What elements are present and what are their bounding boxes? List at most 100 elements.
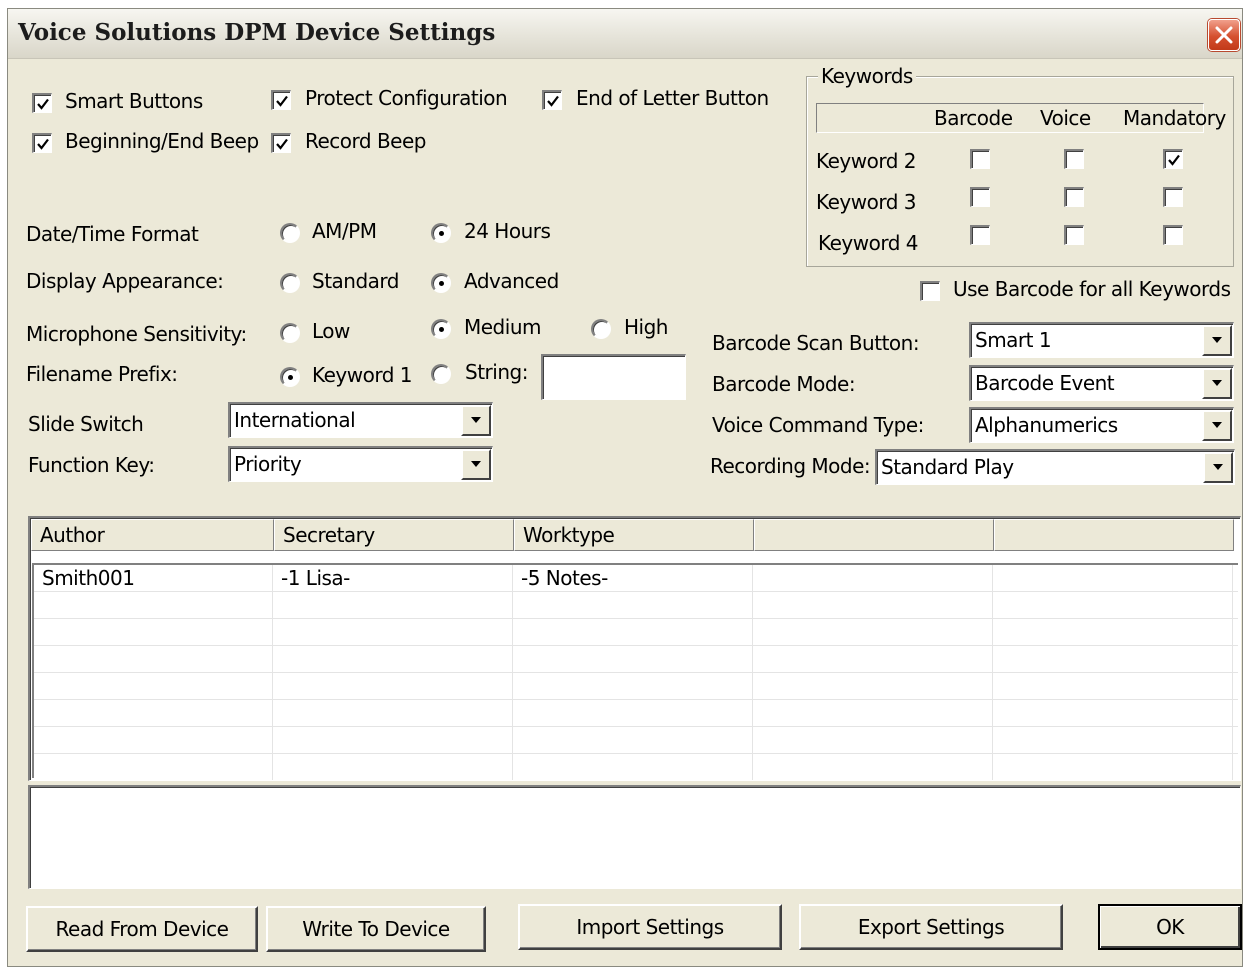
low-label: Low [312, 319, 350, 343]
end-of-letter-button-checkbox[interactable] [542, 90, 562, 110]
recording-mode-select[interactable]: Standard Play [875, 449, 1235, 485]
medium-label: Medium [464, 315, 541, 339]
window-title: Voice Solutions DPM Device Settings [18, 19, 496, 46]
list-body: Smith001 -1 Lisa- -5 Notes- [32, 563, 1238, 780]
column-header-worktype[interactable]: Worktype [514, 519, 754, 551]
smart-buttons-checkbox[interactable] [32, 93, 52, 113]
filename-prefix-label: Filename Prefix: [26, 362, 178, 386]
24-hours-radio[interactable] [431, 223, 451, 243]
barcode-scan-button-value: Smart 1 [975, 328, 1052, 352]
keyword-4-barcode-checkbox[interactable] [970, 225, 990, 245]
chevron-down-icon[interactable] [1202, 325, 1232, 356]
keyword-4-mandatory-checkbox[interactable] [1163, 225, 1183, 245]
keywords-col-barcode: Barcode [934, 106, 1013, 130]
use-barcode-all-label: Use Barcode for all Keywords [953, 277, 1231, 301]
table-row-empty [34, 646, 1238, 673]
chevron-down-icon[interactable] [461, 405, 491, 436]
low-radio[interactable] [280, 323, 300, 343]
record-beep-label: Record Beep [305, 129, 426, 153]
close-icon[interactable] [1208, 19, 1240, 51]
table-row[interactable]: Smith001 -1 Lisa- -5 Notes- [34, 565, 1238, 592]
author-list[interactable]: Author Secretary Worktype Smith001 -1 Li… [28, 516, 1241, 781]
advanced-radio[interactable] [431, 273, 451, 293]
table-row-empty [34, 700, 1238, 727]
table-cell: -5 Notes- [513, 565, 753, 592]
chevron-down-icon[interactable] [461, 449, 491, 480]
string-label: String: [465, 360, 528, 384]
protect-configuration-label: Protect Configuration [305, 86, 508, 110]
chevron-down-icon[interactable] [1202, 368, 1232, 399]
ampm-label: AM/PM [312, 219, 377, 243]
keywords-col-mandatory: Mandatory [1123, 106, 1226, 130]
keyword-2-label: Keyword 2 [816, 149, 917, 173]
table-row-empty [34, 619, 1238, 646]
high-label: High [624, 315, 668, 339]
title-bar[interactable]: Voice Solutions DPM Device Settings [8, 9, 1242, 59]
microphone-sensitivity-label: Microphone Sensitivity: [26, 322, 247, 346]
column-header-author[interactable]: Author [31, 519, 274, 551]
read-from-device-button[interactable]: Read From Device [26, 906, 258, 952]
radio-selected-dot [439, 281, 444, 286]
high-radio[interactable] [591, 319, 611, 339]
slide-switch-select[interactable]: International [228, 402, 493, 438]
string-radio[interactable] [431, 364, 451, 384]
barcode-scan-button-label: Barcode Scan Button: [712, 331, 920, 355]
function-key-label: Function Key: [28, 453, 155, 477]
medium-radio[interactable] [431, 319, 451, 339]
write-to-device-button[interactable]: Write To Device [266, 906, 486, 952]
date-time-format-label: Date/Time Format [26, 222, 199, 246]
record-beep-checkbox[interactable] [271, 133, 291, 153]
column-header-empty-1[interactable] [754, 519, 994, 551]
barcode-mode-value: Barcode Event [975, 371, 1115, 395]
device-settings-window: Voice Solutions DPM Device Settings Smar… [7, 8, 1243, 967]
keyword-1-radio[interactable] [280, 367, 300, 387]
list-header: Author Secretary Worktype [31, 519, 1240, 551]
radio-selected-dot [439, 327, 444, 332]
chevron-down-icon[interactable] [1203, 452, 1233, 483]
radio-selected-dot [439, 231, 444, 236]
column-header-secretary[interactable]: Secretary [274, 519, 514, 551]
table-cell [993, 565, 1233, 592]
barcode-scan-button-select[interactable]: Smart 1 [969, 322, 1234, 358]
table-cell: Smith001 [34, 565, 273, 592]
keyword-3-voice-checkbox[interactable] [1064, 187, 1084, 207]
voice-command-type-select[interactable]: Alphanumerics [969, 407, 1234, 443]
keywords-group-title: Keywords [818, 64, 916, 88]
keyword-1-label: Keyword 1 [312, 363, 413, 387]
table-row-empty [34, 673, 1238, 700]
smart-buttons-label: Smart Buttons [65, 89, 203, 113]
beginning-end-beep-checkbox[interactable] [32, 133, 52, 153]
keywords-col-voice: Voice [1040, 106, 1091, 130]
barcode-mode-select[interactable]: Barcode Event [969, 365, 1234, 401]
export-settings-button[interactable]: Export Settings [799, 904, 1063, 950]
chevron-down-icon[interactable] [1202, 410, 1232, 441]
recording-mode-value: Standard Play [881, 455, 1014, 479]
string-input[interactable] [541, 354, 686, 400]
function-key-select[interactable]: Priority [228, 446, 493, 482]
advanced-label: Advanced [464, 269, 559, 293]
keyword-4-label: Keyword 4 [818, 231, 919, 255]
column-header-empty-2[interactable] [994, 519, 1234, 551]
standard-radio[interactable] [280, 273, 300, 293]
keyword-3-barcode-checkbox[interactable] [970, 187, 990, 207]
recording-mode-label: Recording Mode: [710, 454, 871, 478]
protect-configuration-checkbox[interactable] [271, 90, 291, 110]
keyword-3-mandatory-checkbox[interactable] [1163, 187, 1183, 207]
end-of-letter-button-label: End of Letter Button [576, 86, 769, 110]
display-appearance-label: Display Appearance: [26, 269, 224, 293]
keyword-4-voice-checkbox[interactable] [1064, 225, 1084, 245]
keyword-2-barcode-checkbox[interactable] [970, 149, 990, 169]
ok-button[interactable]: OK [1098, 904, 1242, 950]
use-barcode-all-checkbox[interactable] [920, 281, 940, 301]
keyword-2-mandatory-checkbox[interactable] [1163, 149, 1183, 169]
beginning-end-beep-label: Beginning/End Beep [65, 129, 259, 153]
table-row-empty [34, 754, 1238, 780]
table-row-empty [34, 727, 1238, 754]
import-settings-button[interactable]: Import Settings [518, 904, 782, 950]
keyword-2-voice-checkbox[interactable] [1064, 149, 1084, 169]
table-row-empty [34, 592, 1238, 619]
ampm-radio[interactable] [280, 223, 300, 243]
notes-textarea[interactable] [28, 785, 1241, 889]
barcode-mode-label: Barcode Mode: [712, 372, 856, 396]
standard-label: Standard [312, 269, 400, 293]
